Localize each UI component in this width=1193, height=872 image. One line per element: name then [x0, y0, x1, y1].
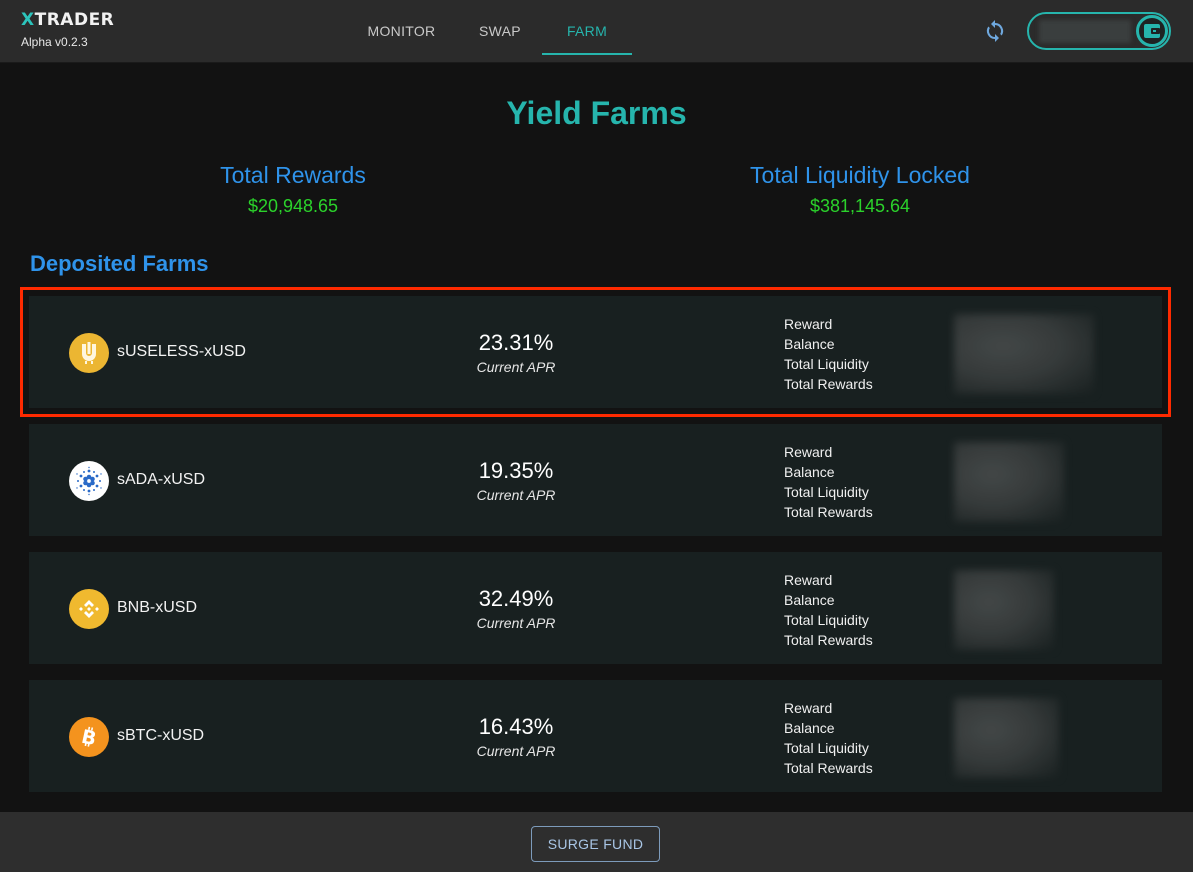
- total-liquidity-stat: Total Liquidity Locked $381,145.64: [720, 162, 1000, 217]
- tab-monitor[interactable]: MONITOR: [345, 0, 458, 63]
- farm-card[interactable]: BNB-xUSD 32.49% Current APR Reward Balan…: [29, 552, 1162, 664]
- apr-label: Current APR: [476, 487, 556, 503]
- label-total-liquidity: Total Liquidity: [784, 612, 869, 628]
- label-total-rewards: Total Rewards: [784, 632, 873, 648]
- label-total-liquidity: Total Liquidity: [784, 484, 869, 500]
- footer-bar: SURGE FUND: [0, 812, 1193, 872]
- label-reward: Reward: [784, 572, 833, 588]
- cardano-coin-icon: [69, 461, 109, 501]
- stat-value: $20,948.65: [247, 196, 339, 216]
- label-reward: Reward: [784, 316, 833, 332]
- top-app-bar: XTRADER Alpha v0.2.3 MONITOR SWAP FARM: [0, 0, 1193, 63]
- apr-label: Current APR: [476, 615, 556, 631]
- label-reward: Reward: [784, 700, 833, 716]
- useless-coin-icon: [69, 333, 109, 373]
- logo-text: TRADER: [34, 10, 115, 30]
- app-logo[interactable]: XTRADER: [21, 10, 114, 30]
- refresh-icon[interactable]: [983, 19, 1007, 43]
- apr-block: 19.35% Current APR: [456, 458, 576, 503]
- farm-info-values-blurred: [954, 570, 1054, 650]
- section-title: Deposited Farms: [30, 251, 209, 276]
- farm-info-values-blurred: [954, 314, 1094, 394]
- logo-x: X: [21, 10, 35, 30]
- label-total-liquidity: Total Liquidity: [784, 740, 869, 756]
- stat-label: Total Liquidity Locked: [750, 162, 970, 188]
- wallet-button[interactable]: [1027, 12, 1171, 50]
- farm-pair-name: BNB-xUSD: [117, 599, 198, 616]
- apr-label: Current APR: [476, 359, 556, 375]
- bnb-coin-icon: [69, 589, 109, 629]
- tab-swap[interactable]: SWAP: [458, 0, 542, 63]
- bitcoin-coin-icon: B: [69, 717, 109, 757]
- main-nav: MONITOR SWAP FARM: [345, 0, 632, 63]
- apr-block: 23.31% Current APR: [456, 330, 576, 375]
- farm-card[interactable]: B sBTC-xUSD 16.43% Current APR Reward Ba…: [29, 680, 1162, 792]
- apr-value: 23.31%: [478, 330, 554, 355]
- farm-pair-name: sUSELESS-xUSD: [117, 343, 246, 360]
- page-title: Yield Farms: [506, 95, 687, 131]
- label-reward: Reward: [784, 444, 833, 460]
- farm-info-values-blurred: [954, 698, 1059, 778]
- wallet-address-blurred: [1039, 20, 1131, 43]
- apr-block: 16.43% Current APR: [456, 714, 576, 759]
- tab-farm[interactable]: FARM: [542, 0, 632, 63]
- total-rewards-stat: Total Rewards $20,948.65: [193, 162, 393, 217]
- label-total-rewards: Total Rewards: [784, 504, 873, 520]
- farm-pair-name: sADA-xUSD: [117, 471, 206, 488]
- farm-info-labels: Reward Balance Total Liquidity Total Rew…: [784, 698, 873, 778]
- apr-value: 16.43%: [478, 714, 554, 739]
- label-total-rewards: Total Rewards: [784, 376, 873, 392]
- apr-value: 19.35%: [478, 458, 554, 483]
- farm-info-labels: Reward Balance Total Liquidity Total Rew…: [784, 442, 873, 522]
- label-balance: Balance: [784, 592, 835, 608]
- label-balance: Balance: [784, 720, 835, 736]
- apr-value: 32.49%: [478, 586, 554, 611]
- wallet-icon: [1136, 15, 1168, 47]
- farm-info-labels: Reward Balance Total Liquidity Total Rew…: [784, 570, 873, 650]
- stat-value: $381,145.64: [809, 196, 911, 216]
- farm-card[interactable]: sUSELESS-xUSD 23.31% Current APR Reward …: [20, 287, 1171, 417]
- label-balance: Balance: [784, 464, 835, 480]
- apr-block: 32.49% Current APR: [456, 586, 576, 631]
- farm-pair-name: sBTC-xUSD: [117, 727, 205, 744]
- stat-label: Total Rewards: [220, 162, 366, 188]
- label-total-rewards: Total Rewards: [784, 760, 873, 776]
- apr-label: Current APR: [476, 743, 556, 759]
- label-balance: Balance: [784, 336, 835, 352]
- farm-info-values-blurred: [954, 442, 1064, 522]
- surge-fund-button[interactable]: SURGE FUND: [531, 826, 660, 862]
- farm-card[interactable]: sADA-xUSD 19.35% Current APR Reward Bala…: [29, 424, 1162, 536]
- app-version: Alpha v0.2.3: [21, 35, 88, 49]
- farm-info-labels: Reward Balance Total Liquidity Total Rew…: [784, 314, 873, 394]
- label-total-liquidity: Total Liquidity: [784, 356, 869, 372]
